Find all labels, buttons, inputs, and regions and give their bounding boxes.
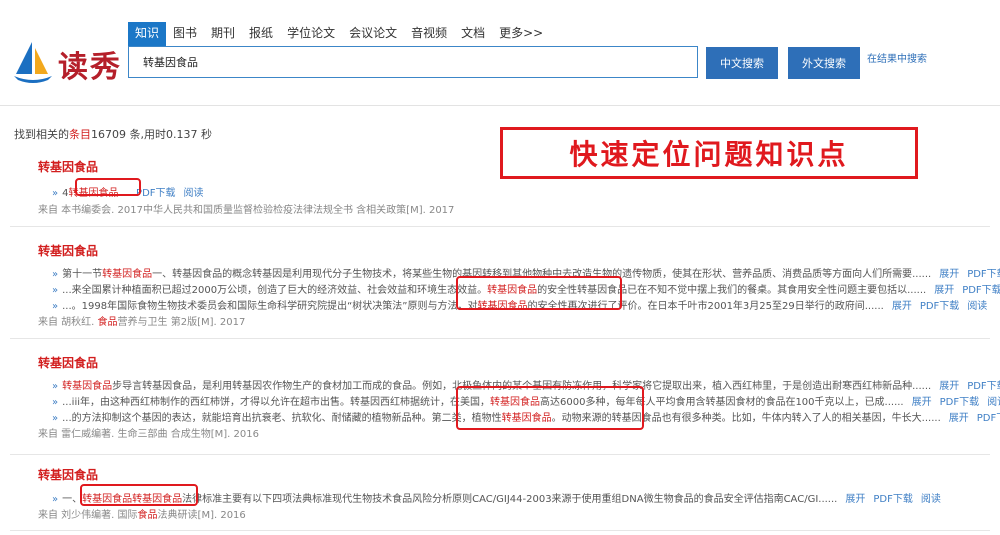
tab-journals[interactable]: 期刊 [204,22,242,46]
snippet-text: ...。1998年国际食物生物技术委员会和国际生命科学研究院提出“树状决策法”原… [62,301,478,312]
foreign-search-button[interactable]: 外文搜索 [788,47,860,79]
pdf-download-link[interactable]: PDF下载 [136,188,175,199]
double-chevron-icon: » [52,188,59,199]
tab-documents[interactable]: 文档 [454,22,492,46]
source-keyword: 食品 [137,510,158,521]
snippet-text: 法律标准主要有以下四项法典标准现代生物技术食品风险分析原则CAC/GIJ44-2… [182,494,838,505]
tab-conference[interactable]: 会议论文 [342,22,404,46]
pdf-download-link[interactable]: PDF下载 [967,381,1000,392]
search-input[interactable] [128,46,698,78]
expand-link[interactable]: 展开 [949,413,969,424]
source-text: 来自 胡秋红. [38,317,98,328]
result-title[interactable]: 转基因食品 [38,466,98,483]
annotation-box [75,178,141,196]
read-link[interactable]: 阅读 [967,301,987,312]
expand-link[interactable]: 展开 [934,285,954,296]
double-chevron-icon: » [52,397,59,408]
logo-text: 读秀 [58,50,122,85]
tab-knowledge[interactable]: 知识 [128,22,167,46]
divider [10,338,990,339]
callout-text: 快速定位问题知识点 [569,138,849,171]
source-info: 来自 胡秋红. 食品营养与卫生 第2版[M]. 2017 [38,313,245,328]
source-text: 法典研读[M]. 2016 [157,510,246,521]
sailboat-icon [14,42,52,83]
result-title[interactable]: 转基因食品 [38,158,98,175]
annotation-box [80,484,198,506]
source-keyword: 食品 [97,317,118,328]
double-chevron-icon: » [52,301,59,312]
expand-link[interactable]: 展开 [939,269,959,280]
result-summary: 找到相关的条目16709 条,用时0.137 秒 [14,128,212,141]
source-info: 来自 本书编委会. 2017中华人民共和国质量监督检验检疫法律法规全书 含相关政… [38,201,454,216]
snippet-text: ...的方法抑制这个基因的表达，就能培育出抗衰老、抗软化、耐储藏的植物新品种。第… [62,413,502,424]
expand-link[interactable]: 展开 [912,397,932,408]
expand-link[interactable]: 展开 [939,381,959,392]
expand-link[interactable]: 展开 [892,301,912,312]
read-link[interactable]: 阅读 [987,397,1000,408]
read-link[interactable]: 阅读 [921,494,941,505]
pdf-download-link[interactable]: PDF下载 [977,413,1000,424]
source-text: 来自 本书编委会. 2017中华人民共和国质量监督检验检疫法律法规全书 含相关政… [38,205,455,216]
tab-more[interactable]: 更多>> [492,22,550,46]
keyword-highlight: 转基因食品 [102,269,153,280]
keyword-highlight: 转基因食品 [62,381,113,392]
source-text: 来自 刘少伟编著. 国际 [38,510,138,521]
snippet-text: 第十一节 [62,269,103,280]
pdf-download-link[interactable]: PDF下载 [967,269,1000,280]
result-title[interactable]: 转基因食品 [38,354,98,371]
annotation-box [456,276,622,310]
double-chevron-icon: » [52,381,59,392]
double-chevron-icon: » [52,494,59,505]
divider [10,530,990,531]
source-text: 来自 雷仁威编著. 生命三部曲 合成生物[M]. 2016 [38,429,259,440]
divider [10,226,990,227]
tab-theses[interactable]: 学位论文 [280,22,342,46]
source-info: 来自 刘少伟编著. 国际食品法典研读[M]. 2016 [38,506,246,521]
double-chevron-icon: » [52,285,59,296]
duxiu-logo[interactable]: 读秀 [12,40,122,85]
search-tabs: 知识 图书 期刊 报纸 学位论文 会议论文 音视频 文档 更多>> [128,22,550,46]
pdf-download-link[interactable]: PDF下载 [873,494,912,505]
annotation-box [456,386,644,430]
divider [10,454,990,455]
snippet-text: ...iii年，由这种西红柿制作的西红柿饼，才得以允许在超市出售。转基因西红柿据… [62,397,490,408]
search-in-results-link[interactable]: 在结果中搜索 [867,50,927,65]
tab-books[interactable]: 图书 [166,22,204,46]
read-link[interactable]: 阅读 [184,188,204,199]
result-title[interactable]: 转基因食品 [38,242,98,259]
callout-box: 快速定位问题知识点 [500,127,918,179]
expand-link[interactable]: 展开 [845,494,865,505]
snippet-text: ...来全国累计种植面积已超过2000万公顷，创造了巨大的经济效益、社会效益和环… [62,285,488,296]
pdf-download-link[interactable]: PDF下载 [962,285,1000,296]
header: 读秀 知识 图书 期刊 报纸 学位论文 会议论文 音视频 文档 更多>> 中文搜… [0,0,1000,106]
chinese-search-button[interactable]: 中文搜索 [706,47,778,79]
tab-media[interactable]: 音视频 [404,22,454,46]
source-text: 营养与卫生 第2版[M]. 2017 [117,317,246,328]
source-info: 来自 雷仁威编著. 生命三部曲 合成生物[M]. 2016 [38,425,259,440]
pdf-download-link[interactable]: PDF下载 [920,301,959,312]
pdf-download-link[interactable]: PDF下载 [940,397,979,408]
double-chevron-icon: » [52,269,59,280]
tab-newspapers[interactable]: 报纸 [242,22,280,46]
double-chevron-icon: » [52,413,59,424]
